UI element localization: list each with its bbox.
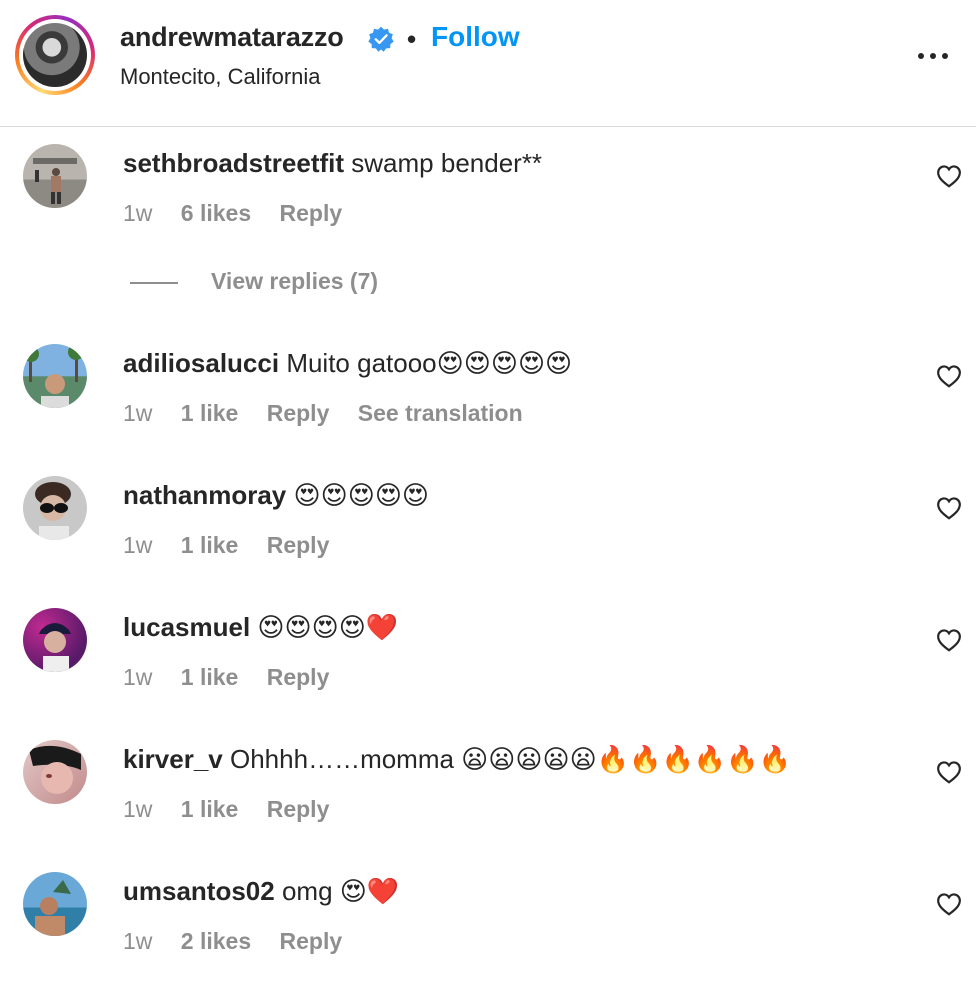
heart-outline-icon[interactable] [936, 364, 962, 388]
comment-item: lucasmuel 😍😍😍😍❤️ 1w 1 like Reply [0, 608, 976, 698]
comment-time[interactable]: 1w [123, 400, 152, 426]
reply-button[interactable]: Reply [280, 200, 343, 226]
comment-likes[interactable]: 1 like [181, 400, 239, 426]
comment-text: omg 😍❤️ [281, 876, 400, 906]
comment-time[interactable]: 1w [123, 200, 152, 226]
comment-username[interactable]: kirver_v [123, 744, 223, 774]
header-separator: • [407, 24, 417, 54]
comment-item: sethbroadstreetfit swamp bender** 1w 6 l… [0, 144, 976, 234]
commenter-avatar[interactable] [23, 872, 87, 936]
commenter-avatar[interactable] [23, 144, 87, 208]
comment-item: nathanmoray 😍😍😍😍😍 1w 1 like Reply [0, 476, 976, 566]
follow-button[interactable]: Follow [431, 21, 520, 53]
heart-outline-icon[interactable] [936, 760, 962, 784]
comment-username[interactable]: nathanmoray [123, 480, 286, 510]
comment-likes[interactable]: 6 likes [181, 200, 251, 226]
comment-meta: 1w 1 like Reply See translation [123, 400, 545, 427]
comment-text: Muito gatooo😍😍😍😍😍 [286, 348, 573, 378]
comment-likes[interactable]: 1 like [181, 796, 239, 822]
commenter-avatar[interactable] [23, 608, 87, 672]
comment-time[interactable]: 1w [123, 532, 152, 558]
comment-meta: 1w 1 like Reply [123, 796, 351, 823]
heart-outline-icon[interactable] [936, 496, 962, 520]
comment-text: 😍😍😍😍❤️ [257, 612, 399, 642]
comment-username[interactable]: sethbroadstreetfit [123, 148, 344, 178]
comment-item: adiliosalucci Muito gatooo😍😍😍😍😍 1w 1 lik… [0, 344, 976, 434]
comment-meta: 1w 1 like Reply [123, 532, 351, 559]
heart-outline-icon[interactable] [936, 164, 962, 188]
verified-badge-icon [368, 26, 394, 52]
comment-likes[interactable]: 1 like [181, 532, 239, 558]
comment-meta: 1w 1 like Reply [123, 664, 351, 691]
reply-button[interactable]: Reply [267, 532, 330, 558]
comment-text: swamp bender** [351, 148, 543, 178]
heart-outline-icon[interactable] [936, 892, 962, 916]
commenter-avatar[interactable] [23, 344, 87, 408]
comment-time[interactable]: 1w [123, 796, 152, 822]
author-avatar[interactable] [15, 15, 95, 95]
comment-likes[interactable]: 1 like [181, 664, 239, 690]
view-replies-button[interactable]: View replies (7) [211, 268, 378, 295]
reply-button[interactable]: Reply [267, 400, 330, 426]
comment-text: Ohhhh……momma 😦😦😦😦😦🔥🔥🔥🔥🔥🔥 [230, 744, 791, 774]
comment-item: kirver_v Ohhhh……momma 😦😦😦😦😦🔥🔥🔥🔥🔥🔥 1w 1 l… [0, 740, 976, 830]
heart-outline-icon[interactable] [936, 628, 962, 652]
comment-meta: 1w 2 likes Reply [123, 928, 364, 955]
reply-button[interactable]: Reply [267, 796, 330, 822]
comment-item: umsantos02 omg 😍❤️ 1w 2 likes Reply [0, 872, 976, 962]
comment-likes[interactable]: 2 likes [181, 928, 251, 954]
comment-username[interactable]: lucasmuel [123, 612, 250, 642]
comment-username[interactable]: adiliosalucci [123, 348, 279, 378]
comment-username[interactable]: umsantos02 [123, 876, 275, 906]
reply-button[interactable]: Reply [267, 664, 330, 690]
author-username[interactable]: andrewmatarazzo [120, 22, 344, 53]
comment-time[interactable]: 1w [123, 664, 152, 690]
post-header: andrewmatarazzo • Follow Montecito, Cali… [0, 0, 976, 127]
reply-button[interactable]: Reply [280, 928, 343, 954]
commenter-avatar[interactable] [23, 740, 87, 804]
more-options-icon[interactable] [915, 46, 951, 66]
see-translation-button[interactable]: See translation [358, 400, 523, 426]
author-avatar-photo [23, 23, 87, 87]
commenter-avatar[interactable] [23, 476, 87, 540]
view-replies-line [130, 282, 178, 284]
comment-text: 😍😍😍😍😍 [293, 480, 430, 510]
post-location[interactable]: Montecito, California [120, 64, 321, 90]
comment-meta: 1w 6 likes Reply [123, 200, 364, 227]
comment-time[interactable]: 1w [123, 928, 152, 954]
